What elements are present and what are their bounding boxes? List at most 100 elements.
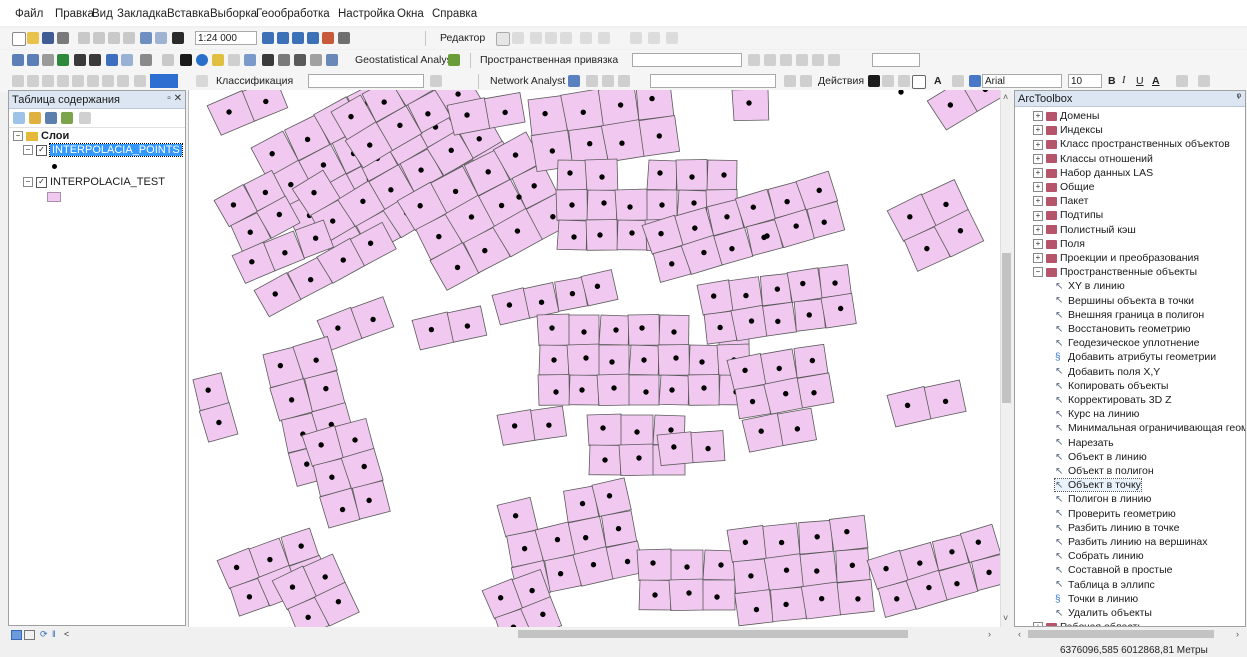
tool-item[interactable]: ↖ Геодезическое уплотнение (1055, 337, 1199, 349)
interpolation-point[interactable] (611, 385, 617, 391)
interpolation-point[interactable] (609, 359, 615, 365)
scroll-right-icon[interactable]: › (1236, 629, 1239, 639)
interpolation-point[interactable] (673, 355, 679, 361)
interpolation-point[interactable] (691, 200, 697, 206)
toolset-item[interactable]: + Поля (1033, 238, 1085, 250)
scroll-right-icon[interactable]: › (988, 629, 991, 639)
endpoint-arc-icon[interactable] (545, 32, 557, 44)
interpolation-point[interactable] (627, 204, 633, 210)
drawing-actions-menu[interactable]: Действия (818, 75, 864, 87)
parcels-layer[interactable] (191, 90, 1001, 627)
parcel-polygon[interactable] (556, 159, 588, 191)
tool-item[interactable]: ↖ Разбить линию в точке (1055, 522, 1179, 534)
expand-icon[interactable]: + (1033, 210, 1043, 221)
network-dataset-combo[interactable] (650, 74, 776, 88)
sketch-properties-icon[interactable] (648, 32, 660, 44)
toolset-item[interactable]: + Классы отношений (1033, 153, 1153, 165)
toolset-item[interactable]: + Общие (1033, 181, 1095, 193)
menu-view[interactable]: Вид (92, 8, 113, 20)
rotation-angle-field[interactable] (872, 53, 920, 67)
rotate-icon[interactable] (748, 54, 760, 66)
toc-window-buttons[interactable]: ▫ ✕ (167, 93, 182, 104)
list-by-visibility-icon[interactable] (45, 112, 57, 124)
menu-customize[interactable]: Настройка (338, 8, 395, 20)
menu-edit[interactable]: Правка (55, 8, 94, 20)
tool-item[interactable]: ↖ Собрать линию (1055, 550, 1144, 562)
create-features-icon[interactable] (666, 32, 678, 44)
list-by-drawing-order-icon[interactable] (13, 112, 25, 124)
tool-item[interactable]: ↖ XY в линию (1055, 280, 1125, 292)
find-icon[interactable] (262, 54, 274, 66)
parcel-block[interactable] (636, 548, 736, 612)
layer-tool-icon[interactable] (117, 75, 129, 87)
network-analyst-window-icon[interactable] (568, 75, 580, 87)
layers-root-node[interactable]: − Слои (13, 130, 69, 142)
interpolation-point[interactable] (581, 329, 587, 335)
tool-item[interactable]: ↖ Внешняя граница в полигон (1055, 309, 1204, 321)
scroll-thumb[interactable] (518, 630, 908, 638)
interpolation-point[interactable] (668, 427, 674, 433)
parcel-polygon[interactable] (586, 189, 618, 221)
layer-name-label[interactable]: INTERPOLACIA_TEST (50, 176, 165, 188)
pin-icon[interactable]: ᵠ (1237, 92, 1241, 103)
select-elements-icon[interactable] (868, 75, 880, 87)
interpolation-point[interactable] (613, 327, 619, 333)
parcel-polygon[interactable] (763, 376, 804, 415)
interpolation-point[interactable] (718, 562, 724, 568)
pause-drawing-icon[interactable]: ‖ (52, 629, 56, 639)
classification-combo[interactable] (308, 74, 424, 88)
map-canvas[interactable] (188, 90, 1001, 627)
select-move-network-icon[interactable] (602, 75, 614, 87)
interpolation-point[interactable] (898, 90, 904, 95)
new-document-icon[interactable] (12, 32, 26, 46)
layer-interpolacia-points[interactable]: − ✓ INTERPOLACIA_POINTS (23, 143, 183, 157)
print-icon[interactable] (57, 32, 69, 44)
menu-geoprocessing[interactable]: Геообработка (256, 8, 330, 20)
parcel-polygon[interactable] (762, 301, 797, 337)
interpolation-point[interactable] (684, 564, 690, 570)
interpolation-point[interactable] (636, 455, 642, 461)
tool-item[interactable]: ↖ Курс на линию (1055, 408, 1139, 420)
parcel-polygon[interactable] (730, 304, 769, 342)
interpolation-point[interactable] (650, 560, 656, 566)
parcel-polygon[interactable] (537, 374, 570, 406)
tool-item[interactable]: ↖ Добавить поля X,Y (1055, 366, 1160, 378)
parcel-polygon[interactable] (657, 344, 690, 376)
catalog-window-icon[interactable] (292, 32, 304, 44)
fixed-zoom-out-icon[interactable] (89, 54, 101, 66)
interpolation-point[interactable] (714, 594, 720, 600)
add-control-points-icon[interactable] (796, 54, 808, 66)
interpolation-point[interactable] (583, 355, 589, 361)
layout-view-icon[interactable] (24, 630, 35, 640)
tool-item[interactable]: § Добавить атрибуты геометрии (1055, 351, 1216, 363)
interpolation-point[interactable] (567, 170, 573, 176)
tool-item[interactable]: ↖ Восстановить геометрию (1055, 323, 1191, 335)
directions-icon[interactable] (784, 75, 796, 87)
toolset-item[interactable]: + Проекции и преобразования (1033, 252, 1199, 264)
layer-tool-icon[interactable] (72, 75, 84, 87)
text-tool-icon[interactable]: A (934, 75, 942, 87)
tool-item[interactable]: ↖ Объект в полигон (1055, 465, 1154, 477)
attributes-icon[interactable] (630, 32, 642, 44)
menu-help[interactable]: Справка (432, 8, 477, 20)
interpolation-point[interactable] (652, 592, 658, 598)
classification-histogram-icon[interactable] (430, 75, 442, 87)
parcel-block[interactable] (726, 514, 875, 627)
toolset-item[interactable]: + Индексы (1033, 124, 1103, 136)
viewer-icon[interactable] (828, 54, 840, 66)
interpolation-point[interactable] (602, 457, 608, 463)
font-color-button[interactable]: A (1152, 75, 1160, 87)
parcel-block[interactable] (191, 372, 239, 443)
layer-visibility-checkbox[interactable]: ✓ (36, 176, 47, 188)
tool-item[interactable]: ↖ Копировать объекты (1055, 380, 1168, 392)
font-name-combo[interactable]: Arial (982, 74, 1062, 88)
interpolation-point[interactable] (764, 233, 770, 239)
go-to-xy-icon[interactable] (294, 54, 306, 66)
layer-tool-icon[interactable] (102, 75, 114, 87)
parcel-polygon[interactable] (820, 292, 857, 329)
interpolation-point[interactable] (569, 202, 575, 208)
expand-icon[interactable]: + (1033, 139, 1043, 150)
parcel-polygon[interactable] (799, 550, 838, 587)
time-slider-icon[interactable] (310, 54, 322, 66)
interpolation-point[interactable] (639, 325, 645, 331)
